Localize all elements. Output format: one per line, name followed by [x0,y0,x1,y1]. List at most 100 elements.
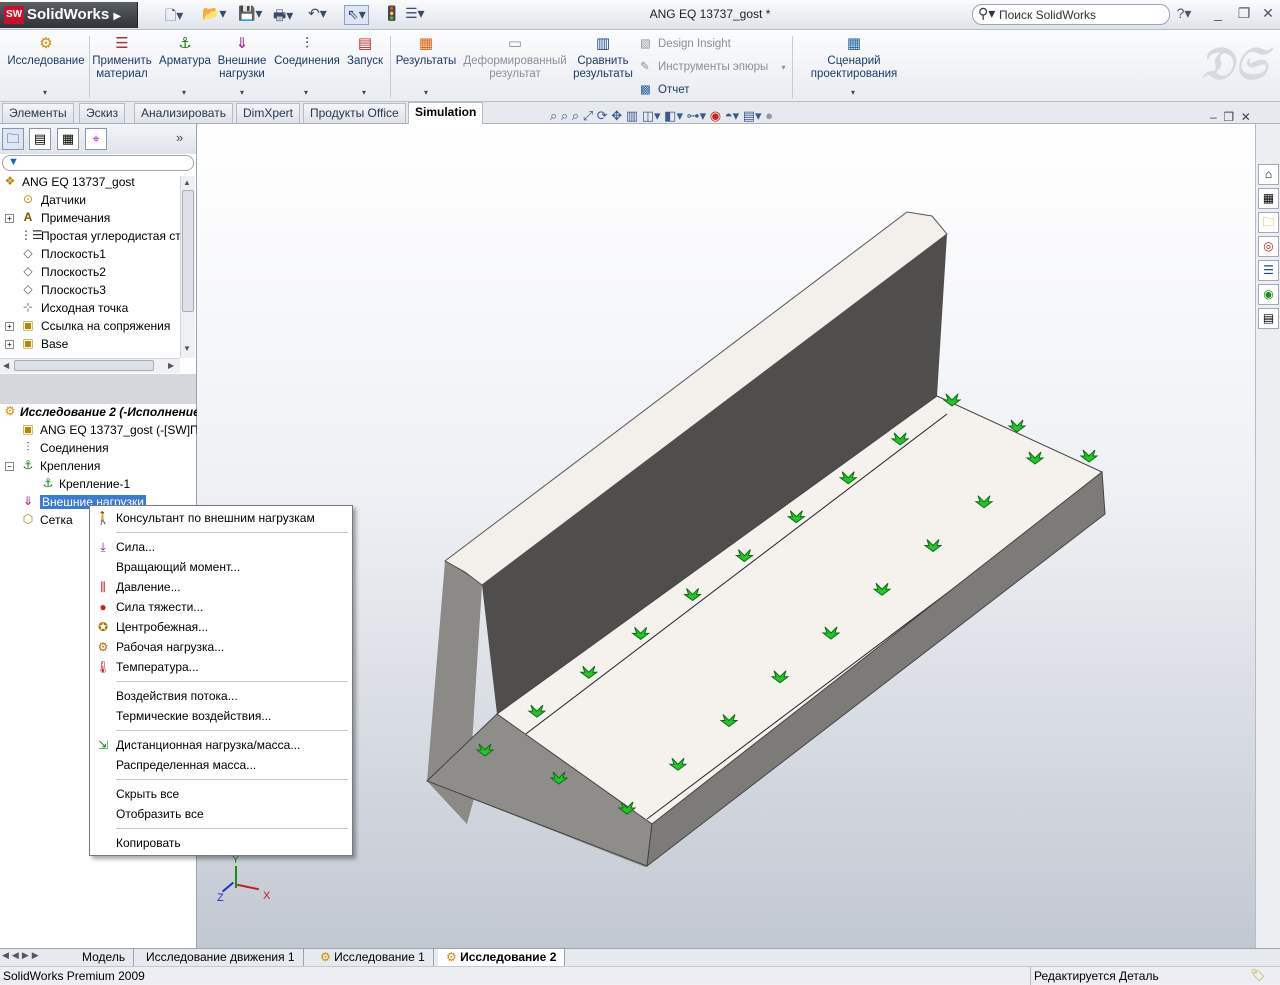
tab-motion-study-1[interactable]: Исследование движения 1 [138,949,304,966]
report-button[interactable]: ▩ Отчет [640,82,690,96]
tab-evaluate[interactable]: Анализировать [134,103,233,123]
menu-centrifugal[interactable]: ✪ Центробежная... [90,617,352,637]
render-icon[interactable]: ● [765,108,773,123]
menu-flow-effects[interactable]: Воздействия потока... [90,686,352,706]
search-results-icon[interactable]: ◎ [1258,236,1279,257]
view-restore-icon[interactable]: ❐ [1223,110,1234,124]
study-button[interactable]: ⚙ Исследование [6,34,86,68]
connections-button[interactable]: ⫶ Соединения [273,34,341,68]
pan-icon[interactable]: ✥ [611,108,622,123]
fixtures-button[interactable]: ⚓ Арматура [158,34,212,68]
zoom-icon[interactable]: ⤢ [583,108,593,123]
options-icon[interactable]: ☰▾ [405,5,425,25]
scroll-down-icon[interactable]: ▼ [183,344,191,353]
scroll-thumb[interactable] [182,190,194,312]
mesh-icon: ⬡ [22,512,34,526]
appearances-icon[interactable]: ◉ [1258,284,1279,305]
menu-copy[interactable]: Копировать [90,833,352,853]
minimize-icon[interactable]: _ [1206,5,1230,21]
collapse-icon[interactable]: − [5,462,14,471]
dimxpert-manager-icon[interactable]: ⌖ [85,128,107,150]
menu-force[interactable]: ⤓ Сила... [90,537,352,557]
save-icon[interactable]: 💾▾ [238,5,262,25]
panel-splitter[interactable] [0,374,196,404]
close-icon[interactable]: ✕ [1256,5,1280,22]
file-explorer-icon[interactable]: 🗀 [1258,212,1279,233]
view-minimize-icon[interactable]: – [1210,110,1217,124]
scene-icon[interactable]: ◓▾ [725,108,739,123]
menu-thermal-effects[interactable]: Термические воздействия... [90,706,352,726]
rotate-icon[interactable]: ⟳ [597,108,608,123]
tab-dimxpert[interactable]: DimXpert [236,103,301,123]
menu-bearing-load[interactable]: ⚙ Рабочая нагрузка... [90,637,352,657]
custom-properties-icon[interactable]: ▤ [1258,308,1279,329]
search-input[interactable]: ⚲▾ Поиск SolidWorks [972,4,1170,25]
home-icon[interactable]: ⌂ [1258,164,1279,185]
run-button[interactable]: ▤ Запуск [344,34,386,68]
feature-tree-tab-icon[interactable]: 🗀 [2,128,24,150]
view-settings-icon[interactable]: ▤▾ [743,108,762,123]
tree-filter-input[interactable]: ▼ [2,155,194,171]
view-palette-icon[interactable]: ☰ [1258,260,1279,281]
scroll-up-icon[interactable]: ▲ [183,178,191,187]
menu-distributed-mass[interactable]: Распределенная масса... [90,755,352,775]
expand-icon[interactable]: + [5,340,14,349]
tab-model[interactable]: Модель [74,949,135,966]
scroll-left-icon[interactable]: ◀ [3,361,9,370]
expand-icon[interactable]: + [5,214,14,223]
tree-vertical-scrollbar[interactable]: ▲ ▼ [180,176,195,358]
menu-temperature[interactable]: 🌡 Температура... [90,657,352,677]
configuration-manager-icon[interactable]: ▦ [57,128,79,150]
tab-study-1[interactable]: ⚙ Исследование 1 [312,949,434,966]
undo-icon[interactable]: ↶▾ [308,5,327,25]
property-manager-icon[interactable]: ▤ [29,128,51,150]
expand-icon[interactable]: + [5,322,14,331]
compare-results-button[interactable]: ▥ Сравнить результаты [570,34,636,81]
help-button[interactable]: ?▾ [1172,5,1196,22]
menu-gravity[interactable]: ● Сила тяжести... [90,597,352,617]
open-icon[interactable]: 📂▾ [202,5,226,25]
expand-panel-icon[interactable]: » [176,130,183,145]
display-style-icon[interactable]: ◧▾ [664,108,683,123]
graphics-area[interactable]: Y X Z [197,124,1255,948]
zoom-previous-icon[interactable]: ⌕ [572,108,579,123]
design-scenario-button[interactable]: ▦ Сценарий проектирования [800,34,908,81]
rebuild-icon[interactable]: 🚦 [383,5,400,25]
menu-remote-load[interactable]: ⇲ Дистанционная нагрузка/масса... [90,735,352,755]
plot-tools-button[interactable]: ✎ Инструменты эпюры ▾ [640,59,786,73]
hide-show-icon[interactable]: ⊶▾ [687,108,707,123]
design-library-icon[interactable]: ▦ [1258,188,1279,209]
menu-hide-all[interactable]: Скрыть все [90,784,352,804]
solidworks-logo[interactable]: SW SolidWorks ▶ [0,2,138,28]
menu-show-all[interactable]: Отобразить все [90,804,352,824]
new-document-icon[interactable]: 🗋▾ [165,5,183,25]
view-orientation-icon[interactable]: ◫▾ [642,108,661,123]
tree-horizontal-scrollbar[interactable]: ◀ ▶ [0,358,180,373]
tag-icon[interactable]: 🏷 [1250,968,1265,982]
section-view-icon[interactable]: ▥ [626,108,638,123]
tab-study-2[interactable]: ⚙ Исследование 2 [438,949,566,966]
tab-simulation[interactable]: Simulation [408,102,484,124]
deformed-result-button[interactable]: ▭ Деформированный результат [463,34,567,81]
scroll-right-icon[interactable]: ▶ [168,361,174,370]
tab-features[interactable]: Элементы [2,103,74,123]
external-loads-button[interactable]: ⇓ Внешние нагрузки [216,34,268,81]
select-icon[interactable]: ⇖▾ [344,5,369,25]
print-icon[interactable]: 🖶▾ [273,5,293,25]
zoom-fit-icon[interactable]: ⌕ [550,108,557,123]
results-button[interactable]: ▦ Результаты [393,34,459,68]
view-close-icon[interactable]: ✕ [1241,110,1251,124]
title-bar: SW SolidWorks ▶ 🗋▾ 📂▾ 💾▾ 🖶▾ ↶▾ ⇖▾ 🚦 ☰▾ AN… [0,0,1280,30]
menu-pressure[interactable]: ⫼ Давление... [90,577,352,597]
restore-icon[interactable]: ❐ [1232,5,1256,22]
tab-office-products[interactable]: Продукты Office [303,103,406,123]
tab-scroll-arrows-icon[interactable]: ◀◀▶▶ [2,950,42,961]
tab-sketch[interactable]: Эскиз [79,103,126,123]
apply-material-button[interactable]: ☰ Применить материал [92,34,152,81]
menu-load-advisor[interactable]: 🚶 Консультант по внешним нагрузкам [90,508,352,528]
hscroll-thumb[interactable] [14,360,154,371]
zoom-area-icon[interactable]: ⌕ [561,108,568,123]
design-insight-button[interactable]: ▧ Design Insight [640,36,731,50]
appearance-icon[interactable]: ◉ [710,108,721,123]
menu-torque[interactable]: Вращающий момент... [90,557,352,577]
